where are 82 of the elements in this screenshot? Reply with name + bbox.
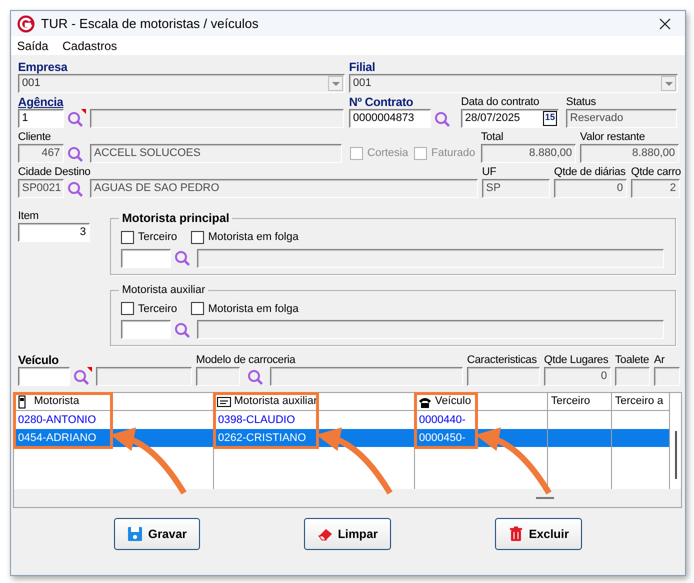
column-header[interactable]: Terceiro a (612, 393, 670, 411)
checkbox-label: Motorista em folga (208, 302, 299, 316)
column-header[interactable]: Veículo (435, 393, 472, 410)
field-link[interactable]: Agência (18, 96, 64, 109)
input-field[interactable]: 8.880,00 (481, 144, 576, 163)
dropdown[interactable]: 001 (18, 74, 345, 93)
field-label: Caracteristicas (467, 354, 537, 367)
checkbox[interactable] (121, 302, 134, 316)
field-label: Veículo (18, 354, 59, 367)
trash-icon (508, 526, 524, 542)
group-title: Motorista auxiliar (119, 282, 208, 296)
input-field[interactable] (467, 367, 540, 386)
field-label: Total (481, 131, 504, 144)
card-icon (217, 394, 231, 408)
field-label: Qtde de diárias (554, 166, 626, 179)
input-field[interactable]: 0000004873 (349, 109, 431, 128)
input-field[interactable] (121, 320, 171, 339)
input-field[interactable] (197, 248, 664, 268)
field-label: Toalete (615, 354, 650, 367)
input-field[interactable] (196, 367, 240, 386)
field-label: Ar (654, 354, 665, 367)
checkbox-label: Faturado (431, 146, 476, 162)
field-label: Modelo de carroceria (196, 354, 296, 367)
date-field[interactable]: 28/07/2025 15 (461, 109, 559, 128)
menu-item[interactable]: Saída (17, 36, 48, 54)
window-title: TUR - Escala de motoristas / veículos (41, 14, 260, 33)
app-logo-icon (17, 14, 35, 32)
checkbox-label: Motorista em folga (208, 230, 299, 245)
eraser-icon (316, 526, 333, 542)
field-label: Qtde carro (631, 166, 681, 179)
input-field[interactable]: 2 (631, 179, 680, 198)
input-field[interactable] (270, 367, 463, 386)
column-header[interactable]: Motorista auxiliar (234, 393, 318, 410)
input-field[interactable]: 8.880,00 (580, 144, 679, 163)
input-field[interactable]: ACCELL SOLUCOES (90, 144, 342, 163)
field-label: UF (482, 166, 496, 179)
checkbox[interactable] (191, 302, 204, 316)
field-label: Status (566, 96, 596, 109)
input-field[interactable]: AGUAS DE SAO PEDRO (90, 179, 478, 198)
menu-item[interactable]: Cadastros (62, 36, 118, 54)
input-field[interactable]: 0 (554, 179, 627, 198)
input-field[interactable] (121, 248, 171, 268)
input-field[interactable]: SP (482, 179, 550, 198)
clear-button[interactable]: Limpar (304, 518, 391, 550)
input-field[interactable] (18, 367, 70, 386)
field-label: Empresa (18, 61, 68, 74)
input-field[interactable]: 1 (18, 109, 64, 128)
input-field[interactable] (615, 367, 650, 386)
dropdown-value: 001 (22, 76, 40, 91)
field-label: Cidade Destino (18, 166, 90, 179)
column-header[interactable]: Motorista (34, 393, 80, 410)
input-field[interactable]: SP0021 (18, 179, 64, 198)
input-field[interactable]: Reservado (566, 109, 677, 128)
field-label: Cliente (18, 131, 51, 144)
checkbox[interactable] (191, 230, 204, 244)
group-title: Motorista principal (119, 211, 232, 225)
field-label: Valor restante (580, 131, 645, 144)
input-field[interactable]: 3 (18, 223, 90, 242)
field-label: Filial (349, 61, 376, 74)
checkbox-label: Terceiro (138, 302, 178, 316)
dropdown-value: 001 (353, 76, 372, 91)
scrollbar-thumb[interactable] (675, 431, 677, 479)
calendar-button[interactable]: 15 (542, 111, 557, 126)
checkbox-label: Cortesia (367, 146, 408, 162)
field-label: Qtde Lugares (544, 354, 608, 367)
field-label: Data do contrato (461, 96, 540, 109)
checkbox[interactable] (121, 230, 134, 244)
field-label: Item (18, 210, 39, 223)
close-icon[interactable] (659, 18, 671, 30)
input-field[interactable] (654, 367, 680, 386)
dropdown[interactable]: 001 (349, 74, 678, 93)
scrollbar-thumb[interactable] (536, 497, 554, 499)
input-field[interactable]: 0 (544, 367, 611, 386)
input-field[interactable]: 467 (18, 144, 64, 163)
field-label: Nº Contrato (349, 96, 414, 109)
delete-button[interactable]: Excluir (494, 518, 582, 550)
input-field[interactable] (90, 109, 344, 128)
input-field[interactable] (197, 320, 664, 339)
save-button[interactable]: Gravar (114, 518, 200, 550)
input-field[interactable] (96, 367, 192, 386)
column-header[interactable]: Terceiro (548, 393, 612, 411)
checkbox-label: Terceiro (138, 230, 178, 245)
